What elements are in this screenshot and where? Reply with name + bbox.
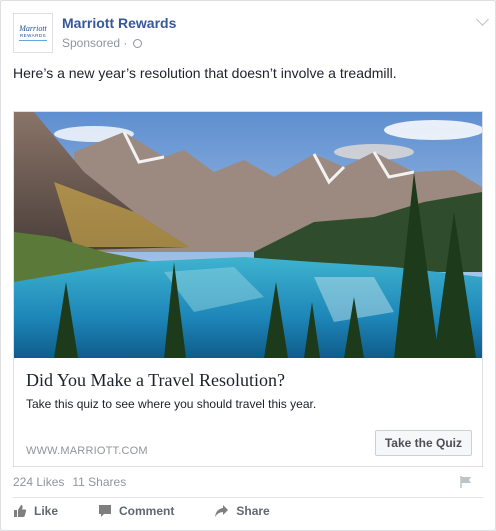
ad-link-preview[interactable]: Did You Make a Travel Resolution? Take t… xyxy=(13,111,483,467)
share-label: Share xyxy=(236,504,270,518)
like-button[interactable]: Like xyxy=(13,504,58,518)
comment-button[interactable]: Comment xyxy=(98,504,174,518)
mountain-lake-photo[interactable] xyxy=(14,112,482,358)
comment-label: Comment xyxy=(119,504,175,518)
share-button[interactable]: Share xyxy=(214,504,270,518)
likes-count[interactable]: 224 Likes xyxy=(13,475,64,489)
page-name-link[interactable]: Marriott Rewards xyxy=(62,15,176,31)
like-label: Like xyxy=(34,504,59,518)
post-actions: Like Comment Share xyxy=(13,504,270,518)
ad-image-svg xyxy=(14,112,482,358)
avatar-logo-subtext: REWARDS xyxy=(19,33,47,38)
sponsored-text[interactable]: Sponsored · xyxy=(62,36,127,50)
actions-divider xyxy=(13,497,483,498)
sponsored-post-card: Marriott REWARDS Marriott Rewards Sponso… xyxy=(0,0,496,531)
shares-count[interactable]: 11 Shares xyxy=(72,475,126,489)
globe-icon xyxy=(133,38,143,48)
like-icon xyxy=(14,505,27,517)
flag-icon[interactable] xyxy=(459,475,473,489)
avatar-logo-text: Marriott xyxy=(19,24,47,33)
ad-domain: WWW.MARRIOTT.COM xyxy=(26,445,148,457)
take-quiz-button[interactable]: Take the Quiz xyxy=(374,430,472,456)
avatar-logo-divider xyxy=(19,40,47,41)
engagement-stats: 224 Likes 11 Shares xyxy=(13,475,126,489)
share-icon xyxy=(215,505,229,517)
sponsored-label: Sponsored · xyxy=(62,36,143,50)
chevron-down-icon[interactable] xyxy=(476,13,489,26)
ad-description: Take this quiz to see where you should t… xyxy=(26,397,317,411)
page-avatar[interactable]: Marriott REWARDS xyxy=(13,13,53,53)
post-text: Here’s a new year’s resolution that does… xyxy=(13,65,397,81)
comment-icon xyxy=(99,505,112,517)
ad-headline[interactable]: Did You Make a Travel Resolution? xyxy=(26,370,285,391)
